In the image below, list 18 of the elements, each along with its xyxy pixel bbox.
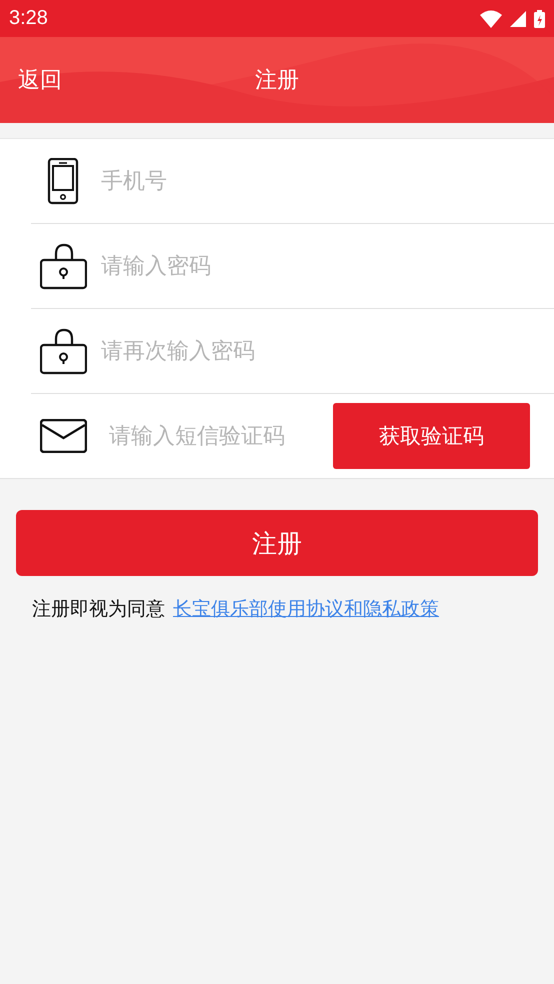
code-field[interactable]: 请输入短信验证码 <box>95 424 333 448</box>
register-button[interactable]: 注册 <box>16 510 538 576</box>
phone-field[interactable]: 手机号 <box>95 168 554 194</box>
wifi-icon <box>480 10 502 28</box>
battery-icon <box>534 10 545 28</box>
page-title: 注册 <box>255 67 299 95</box>
padlock-icon <box>40 328 86 374</box>
agreement-link[interactable]: 长宝俱乐部使用协议和隐私政策 <box>173 596 439 622</box>
password-field[interactable]: 请再次输入密码 <box>95 338 554 364</box>
agreement-text: 注册即视为同意 <box>32 597 165 622</box>
back-button[interactable]: 返回 <box>18 65 62 95</box>
padlock-icon <box>40 242 86 290</box>
status-time: 3:28 <box>9 7 48 30</box>
envelope-icon <box>40 419 86 453</box>
signal-icon <box>510 10 526 26</box>
get-code-button[interactable]: 获取验证码 <box>333 403 530 469</box>
password-field[interactable]: 请输入密码 <box>95 254 554 278</box>
phone-icon <box>47 158 79 204</box>
